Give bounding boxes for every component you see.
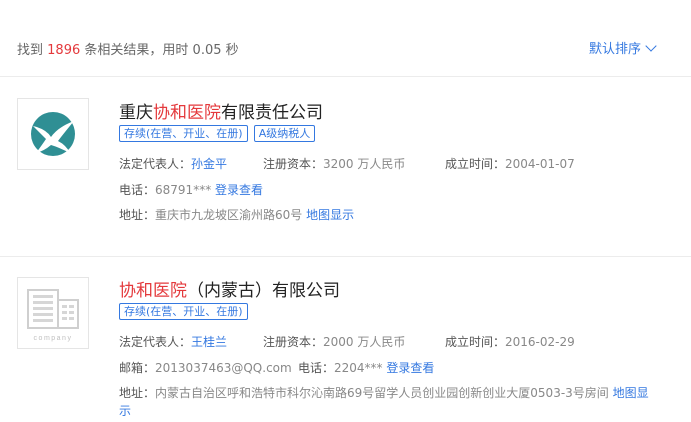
- address-label: 地址：: [119, 208, 156, 222]
- company-logo[interactable]: company: [17, 277, 89, 349]
- address-row: 地址：重庆市九龙坡区渝州路60号 地图显示: [119, 206, 354, 223]
- founded-label: 成立时间：: [445, 335, 506, 349]
- result-summary: 找到 1896 条相关结果，用时 0.05 秒: [17, 39, 239, 58]
- company-name-suffix: 有限责任公司: [221, 103, 323, 123]
- founded-row: 成立时间：2016-02-29: [445, 333, 575, 350]
- status-tags: 存续(在营、开业、在册) A级纳税人: [119, 125, 317, 142]
- founded-value: 2004-01-07: [505, 157, 575, 171]
- phone-label: 电话：: [298, 361, 335, 375]
- address-row: 地址：内蒙古自治区呼和浩特市科尔沁南路69号留学人员创业园创新创业大厦0503-…: [119, 384, 659, 420]
- sort-dropdown[interactable]: 默认排序: [588, 38, 657, 57]
- address-value: 内蒙古自治区呼和浩特市科尔沁南路69号留学人员创业园创新创业大厦0503-3号房…: [155, 386, 609, 400]
- status-badge: 存续(在营、开业、在册): [119, 303, 248, 320]
- phone-row: 电话：68791*** 登录查看: [119, 181, 263, 198]
- info-row: 法定代表人：孙金平: [119, 155, 227, 172]
- building-placeholder-icon: company: [27, 289, 79, 342]
- phone-value: 68791***: [155, 183, 212, 197]
- email-value: 2013037463@QQ.com: [155, 361, 292, 375]
- capital-row: 注册资本：3200 万人民币: [263, 155, 405, 172]
- status-tags: 存续(在营、开业、在册): [119, 303, 250, 320]
- bird-logo-icon: [31, 112, 75, 156]
- email-row: 邮箱：2013037463@QQ.com: [119, 359, 292, 376]
- summary-middle: 条相关结果，用时: [84, 43, 189, 58]
- logo-caption: company: [34, 335, 73, 342]
- company-name[interactable]: 协和医院（内蒙古）有限公司: [119, 276, 340, 301]
- chevron-down-icon: [645, 40, 657, 52]
- email-label: 邮箱：: [119, 361, 156, 375]
- summary-prefix: 找到: [17, 43, 44, 58]
- legal-rep-label: 法定代表人：: [119, 335, 192, 349]
- capital-value: 2000 万人民币: [323, 335, 406, 349]
- legal-rep-label: 法定代表人：: [119, 157, 192, 171]
- company-name-highlight: 协和医院: [119, 281, 187, 301]
- capital-row: 注册资本：2000 万人民币: [263, 333, 405, 350]
- info-row: 法定代表人：王桂兰: [119, 333, 227, 350]
- capital-label: 注册资本：: [263, 157, 324, 171]
- company-name-highlight: 协和医院: [153, 103, 221, 123]
- company-name-prefix: 重庆: [119, 103, 153, 123]
- company-name[interactable]: 重庆协和医院有限责任公司: [119, 98, 323, 123]
- company-name-suffix: （内蒙古）有限公司: [187, 281, 340, 301]
- sort-label: 默认排序: [588, 42, 641, 57]
- capital-label: 注册资本：: [263, 335, 324, 349]
- phone-row: 电话：2204*** 登录查看: [298, 359, 434, 376]
- login-to-view-link[interactable]: 登录查看: [215, 183, 263, 197]
- legal-rep-link[interactable]: 王桂兰: [191, 335, 227, 349]
- company-logo[interactable]: [17, 98, 89, 170]
- status-badge: 存续(在营、开业、在册): [119, 125, 248, 142]
- capital-value: 3200 万人民币: [323, 157, 406, 171]
- results-header: 找到 1896 条相关结果，用时 0.05 秒 默认排序: [0, 0, 691, 77]
- taxpayer-badge: A级纳税人: [253, 125, 316, 142]
- phone-label: 电话：: [119, 183, 156, 197]
- search-time: 0.05: [192, 43, 222, 58]
- result-card: 重庆协和医院有限责任公司 存续(在营、开业、在册) A级纳税人 法定代表人：孙金…: [0, 76, 691, 257]
- legal-rep-link[interactable]: 孙金平: [191, 157, 227, 171]
- founded-label: 成立时间：: [445, 157, 506, 171]
- address-value: 重庆市九龙坡区渝州路60号: [155, 208, 303, 222]
- login-to-view-link[interactable]: 登录查看: [386, 361, 434, 375]
- address-label: 地址：: [119, 386, 156, 400]
- map-link[interactable]: 地图显示: [306, 208, 354, 222]
- time-unit: 秒: [225, 43, 239, 58]
- phone-value: 2204***: [334, 361, 383, 375]
- result-card: company 协和医院（内蒙古）有限公司 存续(在营、开业、在册) 法定代表人…: [0, 257, 691, 422]
- result-count: 1896: [47, 43, 81, 58]
- founded-row: 成立时间：2004-01-07: [445, 155, 575, 172]
- founded-value: 2016-02-29: [505, 335, 575, 349]
